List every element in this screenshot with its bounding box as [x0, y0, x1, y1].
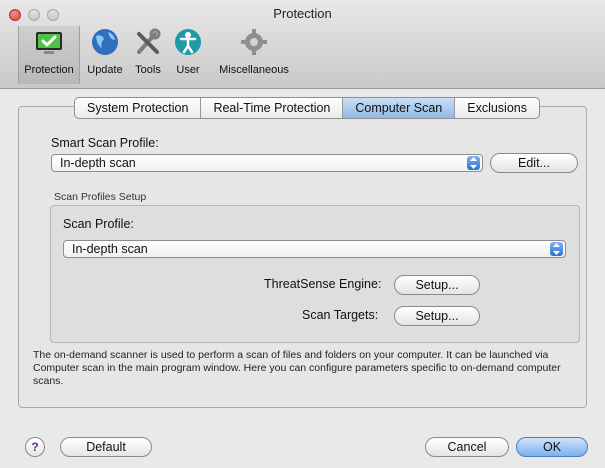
tab-real-time-protection[interactable]: Real-Time Protection [201, 98, 344, 118]
threatsense-setup-button[interactable]: Setup... [394, 275, 480, 295]
tools-icon [131, 26, 165, 60]
toolbar-protection-label: Protection [24, 64, 74, 76]
scan-profiles-setup-title: Scan Profiles Setup [54, 191, 147, 203]
monitor-check-icon [32, 26, 66, 60]
smart-scan-profile-value: In-depth scan [60, 156, 136, 170]
scan-targets-setup-button[interactable]: Setup... [394, 306, 480, 326]
edit-smart-scan-button[interactable]: Edit... [490, 153, 578, 173]
user-icon [171, 26, 205, 60]
scan-profile-select[interactable]: In-depth scan [63, 240, 566, 258]
scan-profile-label: Scan Profile: [63, 217, 134, 231]
window-title: Protection [273, 6, 332, 21]
help-button[interactable]: ? [25, 437, 45, 457]
globe-icon [88, 26, 122, 60]
cancel-button[interactable]: Cancel [425, 437, 509, 457]
toolbar-miscellaneous[interactable]: Miscellaneous [216, 26, 292, 84]
toolbar-protection[interactable]: Protection [18, 26, 80, 84]
threatsense-engine-label: ThreatSense Engine: [264, 277, 382, 291]
smart-scan-profile-label: Smart Scan Profile: [51, 136, 159, 150]
toolbar-tools-label: Tools [135, 64, 161, 76]
popup-arrows-icon [550, 242, 563, 256]
description-text: The on-demand scanner is used to perform… [33, 349, 561, 387]
preferences-window: Protection Protection Update Tools User … [0, 0, 605, 468]
gear-icon [237, 26, 271, 60]
toolbar-user[interactable]: User [170, 26, 206, 84]
ok-button[interactable]: OK [516, 437, 588, 457]
scan-targets-label: Scan Targets: [302, 308, 379, 322]
scan-profile-value: In-depth scan [72, 242, 148, 256]
toolbar-miscellaneous-label: Miscellaneous [219, 64, 289, 76]
toolbar-update[interactable]: Update [84, 26, 126, 84]
toolbar-update-label: Update [87, 64, 123, 76]
toolbar-user-label: User [176, 64, 200, 76]
tab-computer-scan[interactable]: Computer Scan [343, 98, 456, 118]
default-button[interactable]: Default [60, 437, 152, 457]
popup-arrows-icon [467, 156, 480, 170]
toolbar-tools[interactable]: Tools [130, 26, 166, 84]
titlebar-toolbar: Protection Protection Update Tools User … [0, 0, 605, 89]
tab-system-protection[interactable]: System Protection [75, 98, 202, 118]
tab-bar: System Protection Real-Time Protection C… [74, 97, 540, 119]
smart-scan-profile-select[interactable]: In-depth scan [51, 154, 483, 172]
tab-exclusions[interactable]: Exclusions [455, 98, 539, 118]
